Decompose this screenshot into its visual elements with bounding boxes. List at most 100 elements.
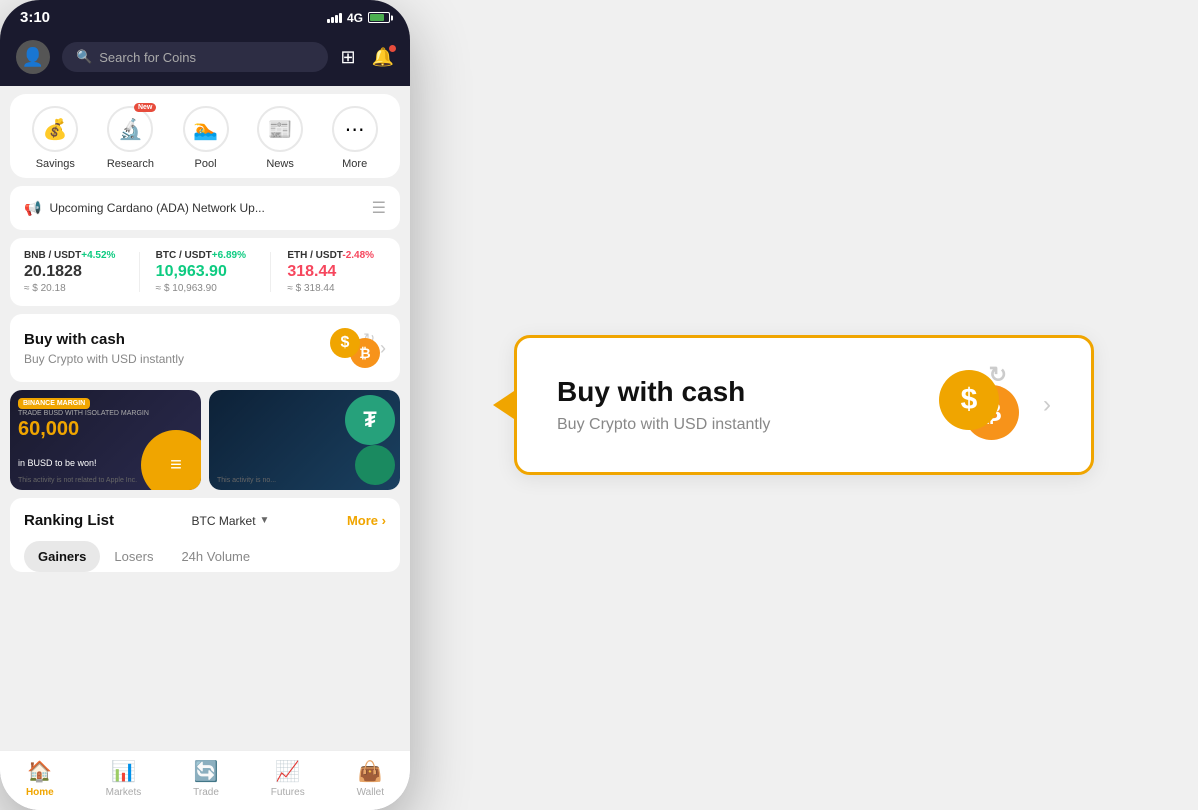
bottom-nav: 🏠 Home 📊 Markets 🔄 Trade 📈 Futures 👜 Wal… <box>0 750 410 810</box>
exp-dollar-circle: $ ↻ <box>939 370 999 430</box>
savings-icon-wrap: 💰 <box>32 106 78 152</box>
action-research[interactable]: 🔬 New Research <box>107 106 154 170</box>
bell-wrap[interactable]: 🔔 <box>372 47 394 68</box>
eth-price: 318.44 <box>287 263 386 281</box>
search-icon: 🔍 <box>76 49 92 65</box>
ticker-row: BNB / USDT+4.52% 20.1828 ≈ $ 20.18 BTC /… <box>24 250 386 294</box>
action-savings[interactable]: 💰 Savings <box>32 106 78 170</box>
ticker-bnb-pair: BNB / USDT+4.52% <box>24 250 123 261</box>
tab-losers[interactable]: Losers <box>100 541 167 572</box>
ranking-header: Ranking List BTC Market ▼ More › <box>24 512 386 529</box>
markets-label: Markets <box>106 787 142 798</box>
ranking-section: Ranking List BTC Market ▼ More › Gainers… <box>10 498 400 572</box>
wallet-icon: 👜 <box>358 759 383 784</box>
notification-dot <box>389 45 396 52</box>
banner-row: BINANCE MARGIN TRADE BUSD WITH ISOLATED … <box>10 390 400 490</box>
status-icons: 4G <box>327 11 390 25</box>
home-label: Home <box>26 787 54 798</box>
action-news[interactable]: 📰 News <box>257 106 303 170</box>
ticker-btc-pair: BTC / USDT+6.89% <box>156 250 255 261</box>
status-time: 3:10 <box>20 9 50 26</box>
signal-bar-3 <box>335 15 338 23</box>
btc-usd: ≈ $ 10,963.90 <box>156 283 255 294</box>
ticker-divider-2 <box>270 252 271 292</box>
price-ticker: BNB / USDT+4.52% 20.1828 ≈ $ 20.18 BTC /… <box>10 238 400 306</box>
expanded-icons: $ ↻ ₿ › <box>939 370 1051 440</box>
exp-refresh-icon: ↻ <box>989 362 1007 388</box>
news-label: News <box>266 158 294 170</box>
research-icon: 🔬 <box>118 117 143 142</box>
ranking-title: Ranking List <box>24 512 114 529</box>
buy-cash-card[interactable]: Buy with cash Buy Crypto with USD instan… <box>10 314 400 382</box>
scan-icon[interactable]: ⊞ <box>340 47 355 68</box>
futures-icon: 📈 <box>275 759 300 784</box>
nav-futures[interactable]: 📈 Futures <box>271 759 305 798</box>
announcement-bar[interactable]: 📢 Upcoming Cardano (ADA) Network Up... ☰ <box>10 186 400 230</box>
eth-change: -2.48% <box>342 250 374 261</box>
filter-chevron-icon: ▼ <box>260 515 270 526</box>
search-bar: 👤 🔍 Search for Coins ⊞ 🔔 <box>0 32 410 86</box>
nav-trade[interactable]: 🔄 Trade <box>193 759 219 798</box>
quick-actions-card: 💰 Savings 🔬 New Research 🏊 Pool <box>10 94 400 178</box>
network-label: 4G <box>347 11 363 25</box>
ranking-filter[interactable]: BTC Market ▼ <box>192 514 270 528</box>
bnb-price: 20.1828 <box>24 263 123 281</box>
filter-label: BTC Market <box>192 514 256 528</box>
wallet-label: Wallet <box>357 787 384 798</box>
nav-home[interactable]: 🏠 Home <box>26 759 54 798</box>
buy-cash-title: Buy with cash <box>24 331 330 348</box>
tether-icon: ₮ <box>345 395 395 445</box>
main-content: 💰 Savings 🔬 New Research 🏊 Pool <box>0 86 410 750</box>
nav-markets[interactable]: 📊 Markets <box>106 759 142 798</box>
coin-circle-icon: ≡ <box>141 430 201 490</box>
trade-label: Trade <box>193 787 219 798</box>
news-icon-wrap: 📰 <box>257 106 303 152</box>
signal-bar-4 <box>339 13 342 23</box>
btc-price: 10,963.90 <box>156 263 255 281</box>
tooltip-area: Buy with cash Buy Crypto with USD instan… <box>410 295 1198 515</box>
buy-cash-left: Buy with cash Buy Crypto with USD instan… <box>24 331 330 366</box>
tab-gainers[interactable]: Gainers <box>24 541 100 572</box>
search-input-wrap[interactable]: 🔍 Search for Coins <box>62 42 328 72</box>
savings-icon: 💰 <box>43 117 68 142</box>
banner1-amount: 60,000 <box>18 418 79 441</box>
arrow-right-icon: › <box>380 338 386 359</box>
announcement-text: Upcoming Cardano (ADA) Network Up... <box>49 201 363 215</box>
pool-icon-wrap: 🏊 <box>183 106 229 152</box>
more-icon-wrap: ⋯ <box>332 106 378 152</box>
battery-icon <box>368 12 390 23</box>
ticker-bnb[interactable]: BNB / USDT+4.52% 20.1828 ≈ $ 20.18 <box>24 250 123 294</box>
phone-screen: 3:10 4G 👤 🔍 Search for C <box>0 0 410 810</box>
pool-icon: 🏊 <box>193 117 218 142</box>
action-pool[interactable]: 🏊 Pool <box>183 106 229 170</box>
action-more[interactable]: ⋯ More <box>332 106 378 170</box>
ticker-eth[interactable]: ETH / USDT-2.48% 318.44 ≈ $ 318.44 <box>287 250 386 294</box>
cash-icon-wrap: $ ₿ ↻ <box>330 328 380 368</box>
eth-usd: ≈ $ 318.44 <box>287 283 386 294</box>
exp-arrow-icon: › <box>1043 391 1051 419</box>
buy-cash-subtitle: Buy Crypto with USD instantly <box>24 352 330 366</box>
tab-volume[interactable]: 24h Volume <box>167 541 264 572</box>
dollar-circle: $ <box>330 328 360 358</box>
markets-icon: 📊 <box>111 759 136 784</box>
megaphone-icon: 📢 <box>24 200 41 217</box>
banner1-label: BINANCE MARGIN <box>18 398 90 409</box>
home-icon: 🏠 <box>27 759 52 784</box>
expanded-subtitle: Buy Crypto with USD instantly <box>557 416 939 434</box>
ranking-more-link[interactable]: More › <box>347 513 386 528</box>
more-label: More <box>342 158 367 170</box>
signal-bar-2 <box>331 17 334 23</box>
search-actions: ⊞ 🔔 <box>340 47 394 68</box>
banner-card-2[interactable]: ₮ This activity is no... <box>209 390 400 490</box>
research-label: Research <box>107 158 154 170</box>
list-icon: ☰ <box>372 198 386 218</box>
banner-card-1[interactable]: BINANCE MARGIN TRADE BUSD WITH ISOLATED … <box>10 390 201 490</box>
ticker-btc[interactable]: BTC / USDT+6.89% 10,963.90 ≈ $ 10,963.90 <box>156 250 255 294</box>
expanded-buy-cash-card: Buy with cash Buy Crypto with USD instan… <box>514 335 1094 475</box>
new-badge: New <box>134 103 156 112</box>
nav-wallet[interactable]: 👜 Wallet <box>357 759 384 798</box>
avatar-icon: 👤 <box>22 47 44 68</box>
search-placeholder: Search for Coins <box>99 50 196 65</box>
avatar-button[interactable]: 👤 <box>16 40 50 74</box>
bnb-change: +4.52% <box>81 250 115 261</box>
